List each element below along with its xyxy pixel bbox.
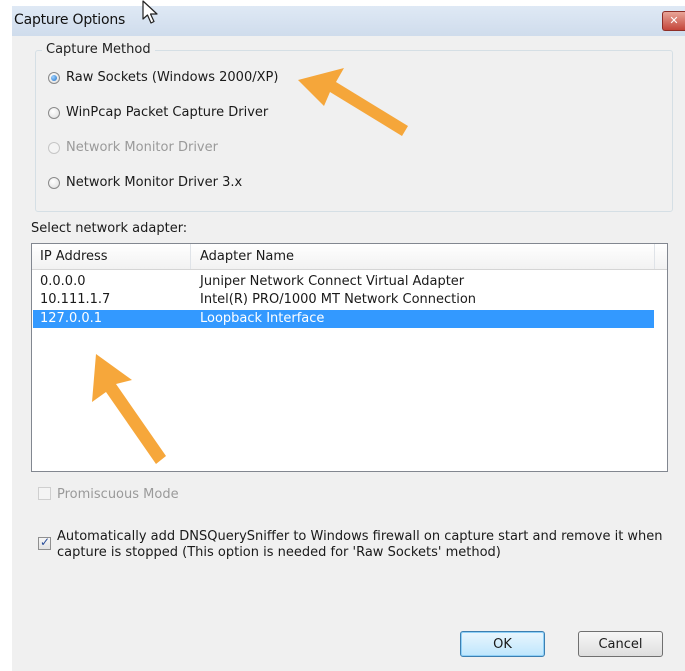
- column-header-adapter-name[interactable]: Adapter Name: [200, 249, 294, 264]
- radio-label: Raw Sockets (Windows 2000/XP): [66, 70, 279, 85]
- firewall-checkbox[interactable]: [38, 535, 51, 550]
- close-icon: ✕: [669, 14, 679, 27]
- annotation-arrow-icon: [298, 68, 408, 136]
- firewall-label: Automatically add DNSQuerySniffer to Win…: [57, 529, 663, 561]
- capture-method-legend: Capture Method: [42, 42, 155, 57]
- mouse-pointer-icon: [142, 0, 158, 24]
- adapter-name-cell: Intel(R) PRO/1000 MT Network Connection: [200, 292, 477, 307]
- promiscuous-mode-label: Promiscuous Mode: [57, 487, 179, 502]
- radio-label: WinPcap Packet Capture Driver: [66, 105, 269, 120]
- cancel-button[interactable]: Cancel: [578, 631, 663, 657]
- adapter-list-header: IP Address Adapter Name: [32, 244, 667, 270]
- radio-network-monitor: Network Monitor Driver: [48, 140, 218, 155]
- ip-cell: 127.0.0.1: [40, 311, 103, 326]
- title-bar: Capture Options ✕: [12, 6, 685, 37]
- radio-raw-sockets[interactable]: Raw Sockets (Windows 2000/XP): [48, 70, 278, 85]
- column-divider[interactable]: [190, 244, 191, 269]
- table-row[interactable]: 10.111.1.7 Intel(R) PRO/1000 MT Network …: [33, 291, 654, 309]
- radio-button-icon[interactable]: [48, 71, 60, 84]
- window-title: Capture Options: [14, 12, 126, 28]
- ip-cell: 0.0.0.0: [40, 274, 86, 289]
- column-header-ip[interactable]: IP Address: [40, 249, 108, 264]
- ip-cell: 10.111.1.7: [40, 292, 111, 307]
- column-divider[interactable]: [654, 244, 655, 269]
- promiscuous-mode-checkbox: [38, 487, 51, 500]
- promiscuous-mode-option: Promiscuous Mode: [38, 487, 179, 502]
- adapter-name-cell: Juniper Network Connect Virtual Adapter: [200, 274, 465, 289]
- ok-button[interactable]: OK: [460, 631, 545, 657]
- firewall-label-line-2: capture is stopped (This option is neede…: [57, 545, 501, 560]
- select-adapter-label: Select network adapter:: [31, 221, 188, 236]
- radio-network-monitor-3x[interactable]: Network Monitor Driver 3.x: [48, 175, 242, 190]
- table-row[interactable]: 0.0.0.0 Juniper Network Connect Virtual …: [33, 273, 654, 291]
- close-button[interactable]: ✕: [662, 11, 685, 31]
- radio-label: Network Monitor Driver 3.x: [66, 175, 243, 190]
- firewall-option[interactable]: Automatically add DNSQuerySniffer to Win…: [38, 529, 663, 561]
- firewall-label-line-1: Automatically add DNSQuerySniffer to Win…: [57, 529, 663, 544]
- annotation-arrow-icon: [92, 354, 166, 464]
- radio-label: Network Monitor Driver: [66, 140, 218, 155]
- radio-button-icon[interactable]: [48, 176, 60, 189]
- table-row-selected[interactable]: 127.0.0.1 Loopback Interface: [33, 310, 654, 328]
- radio-button-icon[interactable]: [48, 106, 60, 119]
- radio-button-icon: [48, 141, 60, 154]
- adapter-name-cell: Loopback Interface: [200, 311, 325, 326]
- radio-winpcap[interactable]: WinPcap Packet Capture Driver: [48, 105, 268, 120]
